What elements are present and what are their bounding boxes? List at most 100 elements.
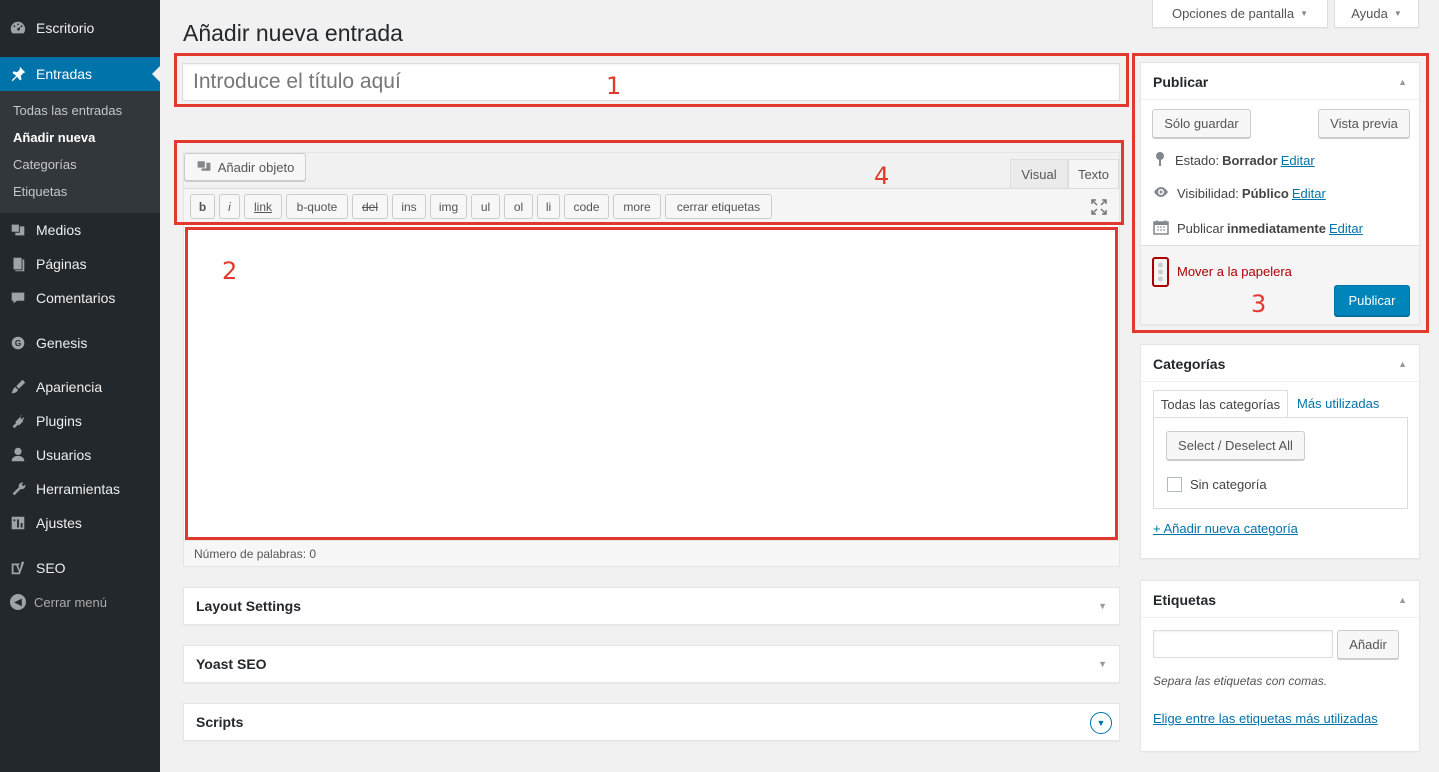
select-deselect-all-button[interactable]: Select / Deselect All [1166,431,1305,460]
qt-more-button[interactable]: more [613,194,661,219]
word-count: Número de palabras: 0 [184,540,1119,566]
publish-box-title: Publicar [1153,74,1209,90]
content-textarea[interactable] [184,224,1119,541]
publish-button[interactable]: Publicar [1334,285,1410,316]
add-media-button[interactable]: Añadir objeto [184,153,306,181]
move-to-trash-link[interactable]: Mover a la papelera [1177,264,1292,279]
caret-up-icon[interactable]: ▲ [1398,595,1407,605]
sidebar-item-label: Ajustes [36,515,82,531]
submenu-item-todas[interactable]: Todas las entradas [13,103,122,118]
schedule-label: Publicar [1177,221,1224,236]
sidebar-item-label: Plugins [36,413,82,429]
wrench-icon [0,480,36,498]
layout-settings-box[interactable]: Layout Settings ▼ [183,587,1120,625]
genesis-icon: G [0,334,36,352]
caret-up-icon[interactable]: ▲ [1398,77,1407,87]
sidebar-item-comentarios[interactable]: Comentarios [0,281,160,315]
visibility-label: Visibilidad: [1177,186,1239,201]
uncategorized-label: Sin categoría [1190,477,1267,492]
major-publishing-actions: Mover a la papelera Publicar [1141,245,1419,324]
sidebar-item-seo[interactable]: SEO [0,551,160,585]
preview-button[interactable]: Vista previa [1318,109,1410,138]
toggle-circle-icon[interactable]: ▼ [1090,712,1112,734]
add-new-category-link[interactable]: + Añadir nueva categoría [1153,521,1298,536]
quicktags-toolbar: b i link b-quote del ins img ul ol li co… [184,188,1119,224]
qt-code-button[interactable]: code [564,194,609,219]
annotation-number-3: 3 [1251,290,1267,318]
yoast-seo-box[interactable]: Yoast SEO ▼ [183,645,1120,683]
edit-status-link[interactable]: Editar [1281,153,1315,168]
sidebar-item-escritorio[interactable]: Escritorio [0,11,160,45]
sidebar-item-label: Apariencia [36,379,103,395]
sidebar-item-herramientas[interactable]: Herramientas [0,472,160,506]
post-title-input[interactable]: Introduce el título aquí [182,63,1120,101]
qt-bold-button[interactable]: b [190,194,215,219]
edit-schedule-link[interactable]: Editar [1329,221,1363,236]
qt-ol-button[interactable]: ol [504,194,533,219]
sidebar-item-entradas[interactable]: Entradas [0,57,160,91]
annotation-number-4: 4 [874,162,890,190]
layout-settings-title: Layout Settings [196,598,302,614]
edit-visibility-link[interactable]: Editar [1292,186,1326,201]
screen-options-button[interactable]: Opciones de pantalla ▼ [1152,0,1328,28]
submenu-entradas: Todas las entradas Añadir nueva Categorí… [0,91,160,213]
tab-visual[interactable]: Visual [1010,159,1068,188]
qt-link-button[interactable]: link [244,194,282,219]
qt-li-button[interactable]: li [537,194,560,219]
sidebar-item-genesis[interactable]: G Genesis [0,326,160,360]
fullscreen-icon[interactable] [1090,198,1108,216]
choose-tags-link[interactable]: Elige entre las etiquetas más utilizadas [1153,711,1378,726]
schedule-value: inmediatamente [1226,221,1326,236]
tab-all-categories[interactable]: Todas las categorías [1153,390,1288,418]
caret-down-icon[interactable]: ▼ [1098,601,1107,611]
divider [1141,99,1419,100]
caret-up-icon[interactable]: ▲ [1398,359,1407,369]
help-button[interactable]: Ayuda ▼ [1334,0,1419,28]
annotation-number-1: 1 [606,72,622,100]
qt-italic-button[interactable]: i [219,194,240,219]
categories-box: Categorías ▲ Todas las categorías Más ut… [1140,344,1420,559]
uncategorized-checkbox[interactable] [1167,477,1182,492]
submenu-item-anadir[interactable]: Añadir nueva [13,130,95,145]
sidebar-item-label: Genesis [36,335,88,351]
qt-img-button[interactable]: img [430,194,467,219]
save-draft-button[interactable]: Sólo guardar [1152,109,1251,138]
sidebar-item-medios[interactable]: Medios [0,213,160,247]
scripts-title: Scripts [196,714,244,730]
pin-icon [0,65,36,83]
help-label: Ayuda [1351,6,1388,21]
tab-text-label: Texto [1077,166,1110,182]
sidebar-item-apariencia[interactable]: Apariencia [0,370,160,404]
qt-del-button[interactable]: del [352,194,388,219]
add-tag-button[interactable]: Añadir [1337,630,1399,659]
submenu-item-categorias[interactable]: Categorías [13,157,77,172]
qt-ul-button[interactable]: ul [471,194,500,219]
user-icon [0,446,36,464]
pin-icon [1153,151,1167,170]
submenu-item-etiquetas[interactable]: Etiquetas [13,184,67,199]
qt-close-tags-button[interactable]: cerrar etiquetas [665,194,772,219]
media-icon [196,158,212,177]
collapse-menu-button[interactable]: ◀ Cerrar menú [10,594,107,610]
visibility-row: Visibilidad: Público Editar [1153,185,1326,202]
tab-most-used[interactable]: Más utilizadas [1297,396,1379,411]
qt-ins-button[interactable]: ins [392,194,426,219]
brush-icon [0,378,36,396]
tab-text[interactable]: Texto [1068,159,1119,188]
tags-hint: Separa las etiquetas con comas. [1153,674,1328,688]
annotation-number-2: 2 [222,257,238,285]
sidebar-item-paginas[interactable]: Páginas [0,247,160,281]
comment-icon [0,289,36,307]
sidebar-item-plugins[interactable]: Plugins [0,404,160,438]
trash-icon[interactable] [1152,257,1169,287]
post-editor: Añadir objeto Visual Texto b i link b-qu… [183,152,1120,567]
new-tag-input[interactable] [1153,630,1333,658]
scripts-box[interactable]: Scripts ▼ [183,703,1120,741]
sidebar-item-ajustes[interactable]: Ajustes [0,506,160,540]
qt-blockquote-button[interactable]: b-quote [286,194,348,219]
page-title: Añadir nueva entrada [183,20,403,46]
caret-down-icon[interactable]: ▼ [1098,659,1107,669]
sidebar-item-label: Escritorio [36,20,95,36]
sidebar-item-usuarios[interactable]: Usuarios [0,438,160,472]
collapse-menu-label: Cerrar menú [34,594,107,610]
